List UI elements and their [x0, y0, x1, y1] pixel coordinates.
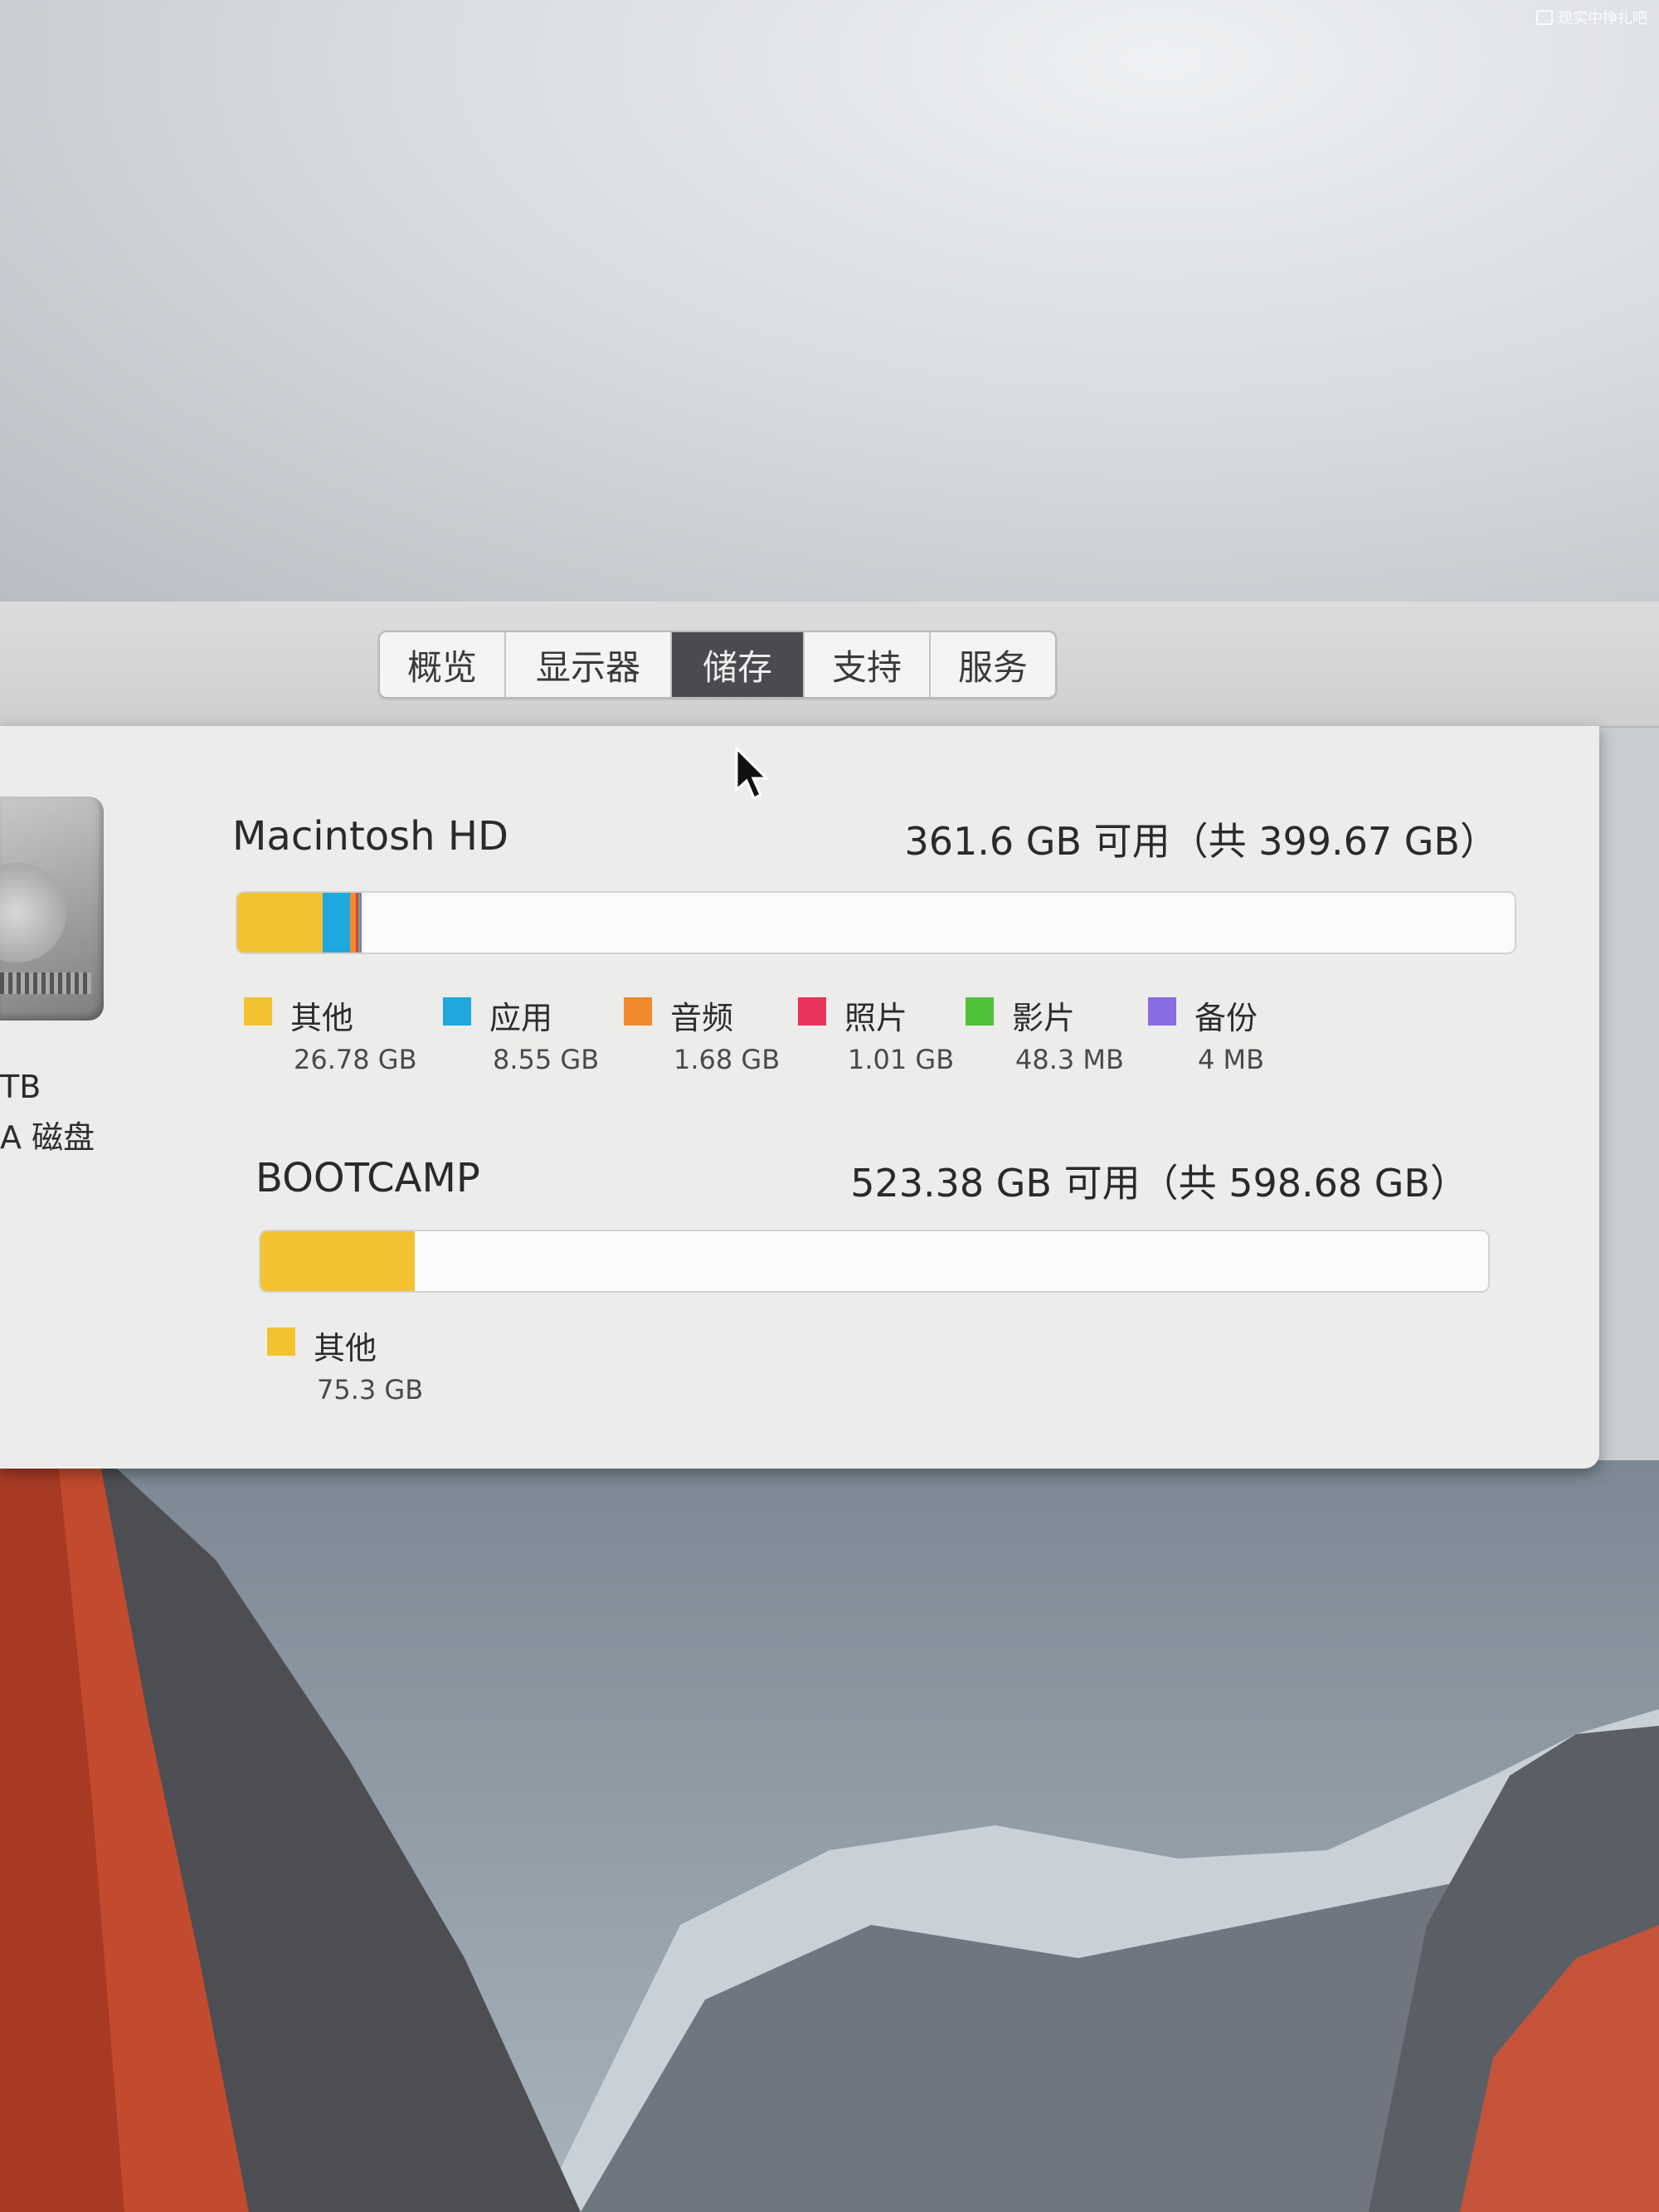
- tab-service[interactable]: 服务: [931, 632, 1055, 697]
- legend-size: 75.3 GB: [317, 1374, 424, 1406]
- bar-segment-0: [260, 1231, 416, 1291]
- legend-label: 影片: [1012, 1000, 1076, 1036]
- volume-name-bootcamp: BOOTCAMP: [255, 1155, 480, 1201]
- legend-swatch: [966, 997, 994, 1026]
- bar-segment-0: [237, 893, 324, 953]
- screen-background-top: [0, 0, 1659, 606]
- legend-size: 8.55 GB: [493, 1044, 600, 1075]
- watermark: 现实中挣扎吧: [1536, 7, 1647, 28]
- watermark-icon: [1536, 10, 1553, 25]
- disk-vents: [0, 972, 91, 994]
- legend-swatch: [443, 997, 471, 1026]
- legend-label: 其他: [314, 1330, 377, 1367]
- legend-size: 26.78 GB: [294, 1044, 417, 1075]
- storage-bar-bootcamp: [259, 1230, 1490, 1293]
- tab-segmented-control: 概览 显示器 储存 支持 服务: [378, 631, 1057, 699]
- legend-swatch: [798, 997, 826, 1026]
- legend-swatch: [267, 1328, 295, 1356]
- tab-displays[interactable]: 显示器: [506, 632, 672, 697]
- wallpaper-mountains: [0, 1460, 1659, 2212]
- mouse-cursor-icon: [735, 747, 770, 801]
- hard-disk-icon: [0, 797, 104, 1021]
- legend-label: 其他: [290, 1000, 354, 1036]
- legend-size: 1.68 GB: [674, 1044, 781, 1075]
- volume-free-macintosh-hd: 361.6 GB 可用（共 399.67 GB）: [904, 819, 1498, 864]
- volume-name-macintosh-hd: Macintosh HD: [232, 813, 508, 860]
- legend-size: 48.3 MB: [1015, 1044, 1124, 1075]
- legend-swatch: [1148, 997, 1176, 1026]
- legend-size: 4 MB: [1198, 1044, 1265, 1075]
- legend-swatch: [244, 997, 272, 1026]
- volume-free-bootcamp: 523.38 GB 可用（共 598.68 GB）: [850, 1161, 1468, 1206]
- legend-label: 备份: [1194, 1000, 1258, 1036]
- disk-capacity-caption: TB: [0, 1069, 41, 1105]
- legend-label: 音频: [670, 1000, 734, 1036]
- legend-swatch: [624, 997, 652, 1026]
- legend-label: 应用: [489, 1000, 553, 1036]
- bar-segment-5: [360, 893, 362, 953]
- legend-size: 1.01 GB: [848, 1044, 955, 1075]
- tab-overview[interactable]: 概览: [380, 632, 506, 697]
- desktop-wallpaper: [0, 1460, 1659, 2212]
- legend-label: 照片: [844, 1000, 908, 1036]
- storage-bar-macintosh-hd: [236, 891, 1516, 954]
- tab-storage[interactable]: 储存: [672, 632, 805, 697]
- bar-segment-1: [323, 893, 351, 953]
- disk-type-caption: A 磁盘: [0, 1119, 95, 1156]
- disk-platter: [0, 863, 66, 962]
- tab-support[interactable]: 支持: [805, 632, 931, 697]
- watermark-text: 现实中挣扎吧: [1558, 10, 1647, 27]
